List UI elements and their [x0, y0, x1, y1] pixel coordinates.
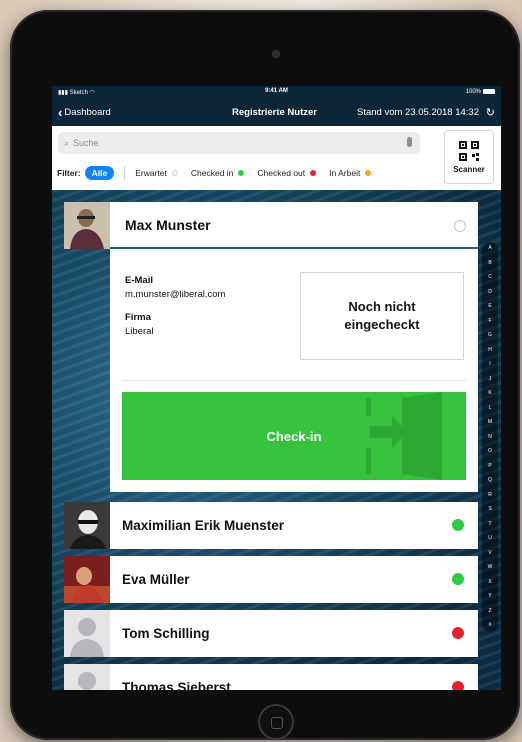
filter-label: Filter:: [57, 168, 81, 178]
index-letter[interactable]: T: [488, 521, 491, 527]
index-letter[interactable]: Q: [488, 478, 492, 483]
avatar-placeholder-icon: [64, 664, 110, 690]
index-letter[interactable]: P: [488, 463, 491, 469]
index-letter[interactable]: O: [488, 449, 492, 454]
email-label: E-Mail: [125, 275, 153, 286]
index-letter[interactable]: V: [488, 550, 491, 556]
status-dot-icon: [238, 170, 245, 176]
index-letter[interactable]: K: [488, 391, 491, 396]
email-value: m.munster@liberal.com: [125, 289, 226, 301]
search-icon: ⌕: [64, 137, 70, 148]
index-letter[interactable]: A: [488, 246, 491, 251]
detail-header[interactable]: Max Munster: [110, 202, 478, 249]
status-dot-icon: [452, 681, 464, 690]
attendee-detail-card: Max Munster E-Mail m.munster@liberal.com…: [110, 202, 478, 492]
filter-expected[interactable]: Erwartet: [135, 168, 178, 178]
status-dot-icon: [452, 573, 464, 585]
tablet-device: ▮▮▮ Sketch ◠ 9:41 AM 100% ‹ Dashboard Re…: [10, 10, 520, 740]
avatar-placeholder-icon: [64, 610, 110, 657]
index-letter[interactable]: C: [488, 275, 492, 280]
alphabet-index[interactable]: A B C D E F G H I J K L M N O P Q R S T U V W X Y Z #: [482, 242, 498, 632]
avatar: [64, 556, 110, 603]
status-dot-icon: [452, 519, 464, 531]
attendee-info: E-Mail m.munster@liberal.com Firma Liber…: [125, 274, 225, 347]
index-letter[interactable]: R: [488, 492, 492, 498]
status-dot-icon: [365, 170, 372, 176]
back-button[interactable]: ‹ Dashboard: [58, 106, 111, 119]
back-label: Dashboard: [64, 106, 111, 118]
door-enter-icon: [366, 392, 442, 480]
qr-code-icon: [459, 140, 479, 161]
attendee-name: Max Munster: [125, 216, 211, 233]
index-letter[interactable]: L: [489, 405, 492, 411]
attendee-name: Maximilian Erik Muenster: [122, 518, 285, 533]
avatar: [64, 202, 110, 249]
checkin-label: Check-in: [266, 428, 322, 444]
index-letter[interactable]: E: [488, 304, 491, 309]
index-letter[interactable]: Z: [488, 608, 491, 614]
company-label: Firma: [125, 311, 151, 323]
checkin-status-box: Noch nicht eingecheckt: [300, 272, 464, 360]
index-letter[interactable]: W: [488, 565, 493, 570]
avatar: [64, 502, 110, 549]
index-letter[interactable]: Y: [488, 594, 491, 599]
list-item[interactable]: Eva Müller: [64, 556, 478, 603]
index-letter[interactable]: S: [488, 507, 491, 512]
divider: [124, 166, 126, 180]
index-letter[interactable]: X: [488, 579, 491, 585]
filter-in-progress[interactable]: In Arbeit: [329, 168, 372, 178]
navigation-bar: ‹ Dashboard Registrierte Nutzer Stand vo…: [52, 98, 501, 126]
index-letter[interactable]: M: [488, 420, 492, 425]
index-letter[interactable]: H: [488, 347, 492, 353]
search-filter-bar: ⌕ Suche Filter: Alle Erwartet Checked in…: [52, 126, 501, 190]
timestamp-label: Stand vom 23.05.2018 14:32: [356, 106, 479, 118]
microphone-icon[interactable]: [407, 137, 412, 147]
status-time: 9:41 AM: [265, 88, 288, 94]
selection-radio[interactable]: [454, 220, 466, 232]
list-item[interactable]: Thomas Sieberst: [64, 664, 478, 690]
attendee-name: Tom Schilling: [122, 626, 210, 641]
checkin-status-text: Noch nicht eingecheckt: [344, 299, 420, 332]
scanner-label: Scanner: [453, 164, 485, 174]
index-letter[interactable]: N: [488, 434, 492, 440]
top-bar: ▮▮▮ Sketch ◠ 9:41 AM 100% ‹ Dashboard Re…: [52, 86, 501, 126]
status-dot-icon: [452, 627, 464, 639]
list-item[interactable]: Tom Schilling: [64, 610, 478, 657]
app-screen: ▮▮▮ Sketch ◠ 9:41 AM 100% ‹ Dashboard Re…: [52, 86, 501, 690]
filter-all-button[interactable]: Alle: [84, 166, 115, 180]
index-letter[interactable]: F: [488, 318, 491, 324]
index-letter[interactable]: J: [489, 376, 492, 382]
refresh-icon[interactable]: ↻: [486, 106, 495, 119]
index-letter[interactable]: I: [489, 362, 490, 367]
index-letter[interactable]: U: [488, 536, 492, 541]
chevron-left-icon: ‹: [58, 104, 63, 120]
search-input[interactable]: ⌕ Suche: [58, 132, 420, 154]
filter-row: Filter: Alle Erwartet Checked in Checked…: [57, 164, 384, 182]
attendee-name: Thomas Sieberst: [122, 680, 231, 690]
filter-checked-out[interactable]: Checked out: [257, 168, 317, 178]
index-letter[interactable]: G: [488, 333, 492, 338]
divider: [122, 380, 466, 381]
status-dot-icon: [310, 170, 317, 176]
camera-icon: [272, 50, 280, 58]
list-item[interactable]: Maximilian Erik Muenster: [64, 502, 478, 549]
index-letter[interactable]: #: [489, 623, 492, 628]
checkin-button[interactable]: Check-in: [122, 392, 466, 480]
status-bar: ▮▮▮ Sketch ◠ 9:41 AM 100%: [52, 86, 501, 98]
filter-checked-in[interactable]: Checked in: [191, 168, 245, 178]
index-letter[interactable]: D: [488, 289, 492, 295]
search-placeholder: Suche: [73, 138, 99, 148]
attendee-name: Eva Müller: [122, 572, 190, 587]
page-title: Registrierte Nutzer: [232, 106, 317, 118]
scanner-button[interactable]: Scanner: [444, 130, 494, 184]
status-dot-icon: [171, 170, 178, 176]
attendee-list: Max Munster E-Mail m.munster@liberal.com…: [52, 190, 501, 690]
home-button[interactable]: [258, 704, 294, 740]
company-value: Liberal: [125, 325, 154, 337]
index-letter[interactable]: B: [488, 260, 491, 266]
